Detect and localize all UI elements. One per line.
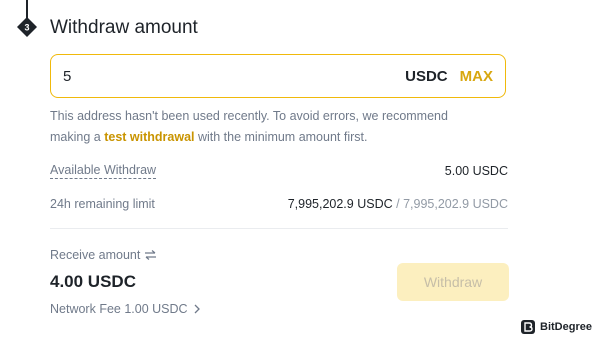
amount-field[interactable]: USDC MAX bbox=[50, 54, 506, 98]
swap-arrows-icon[interactable] bbox=[144, 250, 157, 260]
test-withdrawal-link[interactable]: test withdrawal bbox=[104, 130, 194, 144]
divider bbox=[50, 228, 508, 229]
max-button[interactable]: MAX bbox=[460, 68, 493, 85]
available-withdraw-label[interactable]: Available Withdraw bbox=[50, 163, 157, 179]
remaining-limit-total: 7,995,202.9 USDC bbox=[403, 197, 508, 211]
remaining-limit-separator: / bbox=[392, 197, 404, 211]
step-badge-icon: 3 bbox=[17, 17, 37, 37]
address-warning: This address hasn't been used recently. … bbox=[50, 106, 490, 148]
receive-amount-value: 4.00 USDC bbox=[50, 272, 136, 291]
receive-amount-label: Receive amount bbox=[50, 248, 141, 262]
chevron-right-icon bbox=[194, 304, 200, 314]
remaining-limit-value: 7,995,202.9 USDC bbox=[287, 197, 393, 211]
amount-input[interactable] bbox=[63, 67, 406, 85]
network-fee-toggle[interactable]: Network Fee 1.00 USDC bbox=[50, 302, 200, 316]
remaining-limit-label: 24h remaining limit bbox=[50, 197, 155, 211]
step-connector-line bbox=[26, 0, 28, 18]
withdraw-button[interactable]: Withdraw bbox=[397, 263, 509, 301]
receive-amount-label-group: Receive amount bbox=[50, 248, 157, 262]
remaining-limit-row: 24h remaining limit 7,995,202.9 USDC / 7… bbox=[50, 197, 508, 211]
warning-text-after: with the minimum amount first. bbox=[194, 130, 368, 144]
network-fee-text: Network Fee 1.00 USDC bbox=[50, 302, 188, 316]
remaining-limit-value-group: 7,995,202.9 USDC / 7,995,202.9 USDC bbox=[288, 197, 508, 211]
bitdegree-watermark: BitDegree bbox=[520, 319, 592, 335]
section-title: Withdraw amount bbox=[50, 17, 198, 38]
available-withdraw-value: 5.00 USDC bbox=[444, 164, 508, 178]
step-number: 3 bbox=[24, 23, 29, 33]
amount-unit: USDC bbox=[405, 67, 448, 85]
bitdegree-logo-icon bbox=[521, 320, 535, 334]
bitdegree-wordmark: BitDegree bbox=[540, 321, 592, 333]
available-withdraw-row: Available Withdraw 5.00 USDC bbox=[50, 163, 508, 179]
